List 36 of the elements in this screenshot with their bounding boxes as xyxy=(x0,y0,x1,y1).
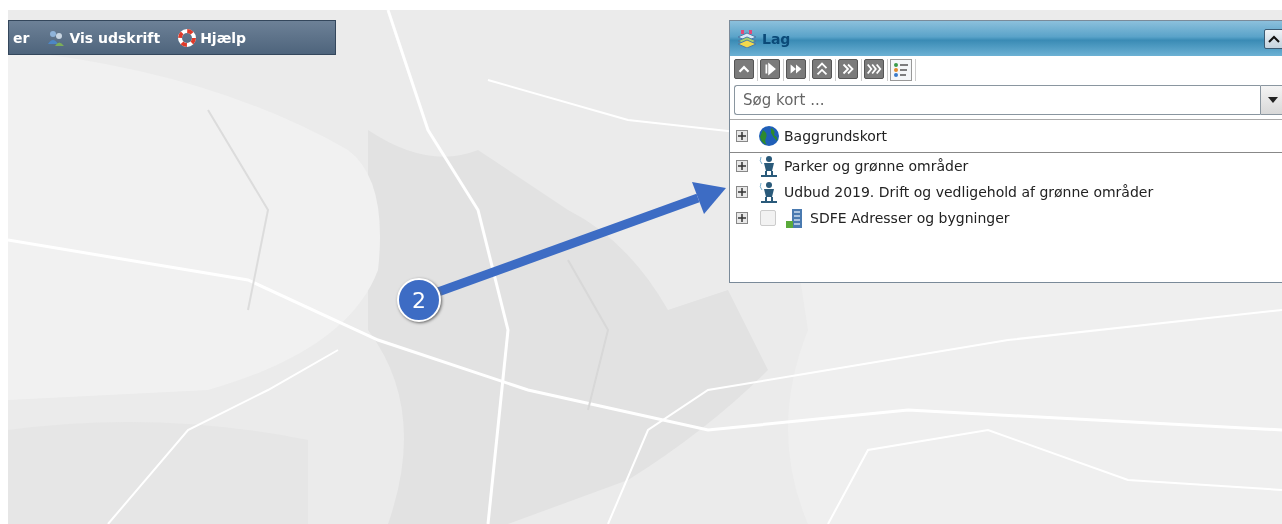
layer-label[interactable]: Parker og grønne områder xyxy=(784,158,969,174)
toolbar-link[interactable]: er xyxy=(13,29,30,46)
expand-button[interactable] xyxy=(736,160,748,172)
toolbar-button[interactable] xyxy=(812,59,832,79)
plus-icon xyxy=(738,214,746,222)
toolbar-link[interactable]: Hjælp xyxy=(178,28,247,47)
toolbar-button[interactable] xyxy=(734,59,754,79)
chevron-up-icon xyxy=(1268,34,1280,43)
toolbar-button[interactable] xyxy=(760,59,780,79)
plus-icon xyxy=(738,188,746,196)
expand-button[interactable] xyxy=(736,130,748,142)
lifebuoy-icon xyxy=(178,28,197,47)
checkbox[interactable] xyxy=(760,210,776,226)
layer-label[interactable]: Baggrundskort xyxy=(784,128,888,144)
figure-icon xyxy=(758,181,780,203)
layer-label[interactable]: Udbud 2019. Drift og vedligehold af grønne områder xyxy=(784,184,1154,200)
toolbar-button[interactable] xyxy=(864,59,884,79)
list-icon xyxy=(892,61,910,79)
toolbar-button[interactable] xyxy=(838,59,858,79)
collapse-button[interactable] xyxy=(1264,28,1282,49)
legend-button[interactable] xyxy=(890,59,912,81)
plus-icon xyxy=(738,132,746,140)
plus-icon xyxy=(738,162,746,170)
toolbar-link[interactable]: Vis udskrift xyxy=(47,29,161,46)
expand-button[interactable] xyxy=(736,212,748,224)
globe-icon xyxy=(758,125,780,147)
dropdown-button[interactable] xyxy=(1260,85,1282,115)
search-field[interactable]: Søg kort ... xyxy=(734,85,1260,115)
expand-button[interactable] xyxy=(736,186,748,198)
panel-title: Lag xyxy=(762,30,792,47)
caret-icon xyxy=(1268,97,1278,103)
toolbar-button[interactable] xyxy=(786,59,806,79)
figure-icon xyxy=(758,155,780,177)
layer-label[interactable]: SDFE Adresser og bygninger xyxy=(810,210,1010,226)
people-icon xyxy=(47,29,66,46)
layers-icon xyxy=(736,29,758,48)
